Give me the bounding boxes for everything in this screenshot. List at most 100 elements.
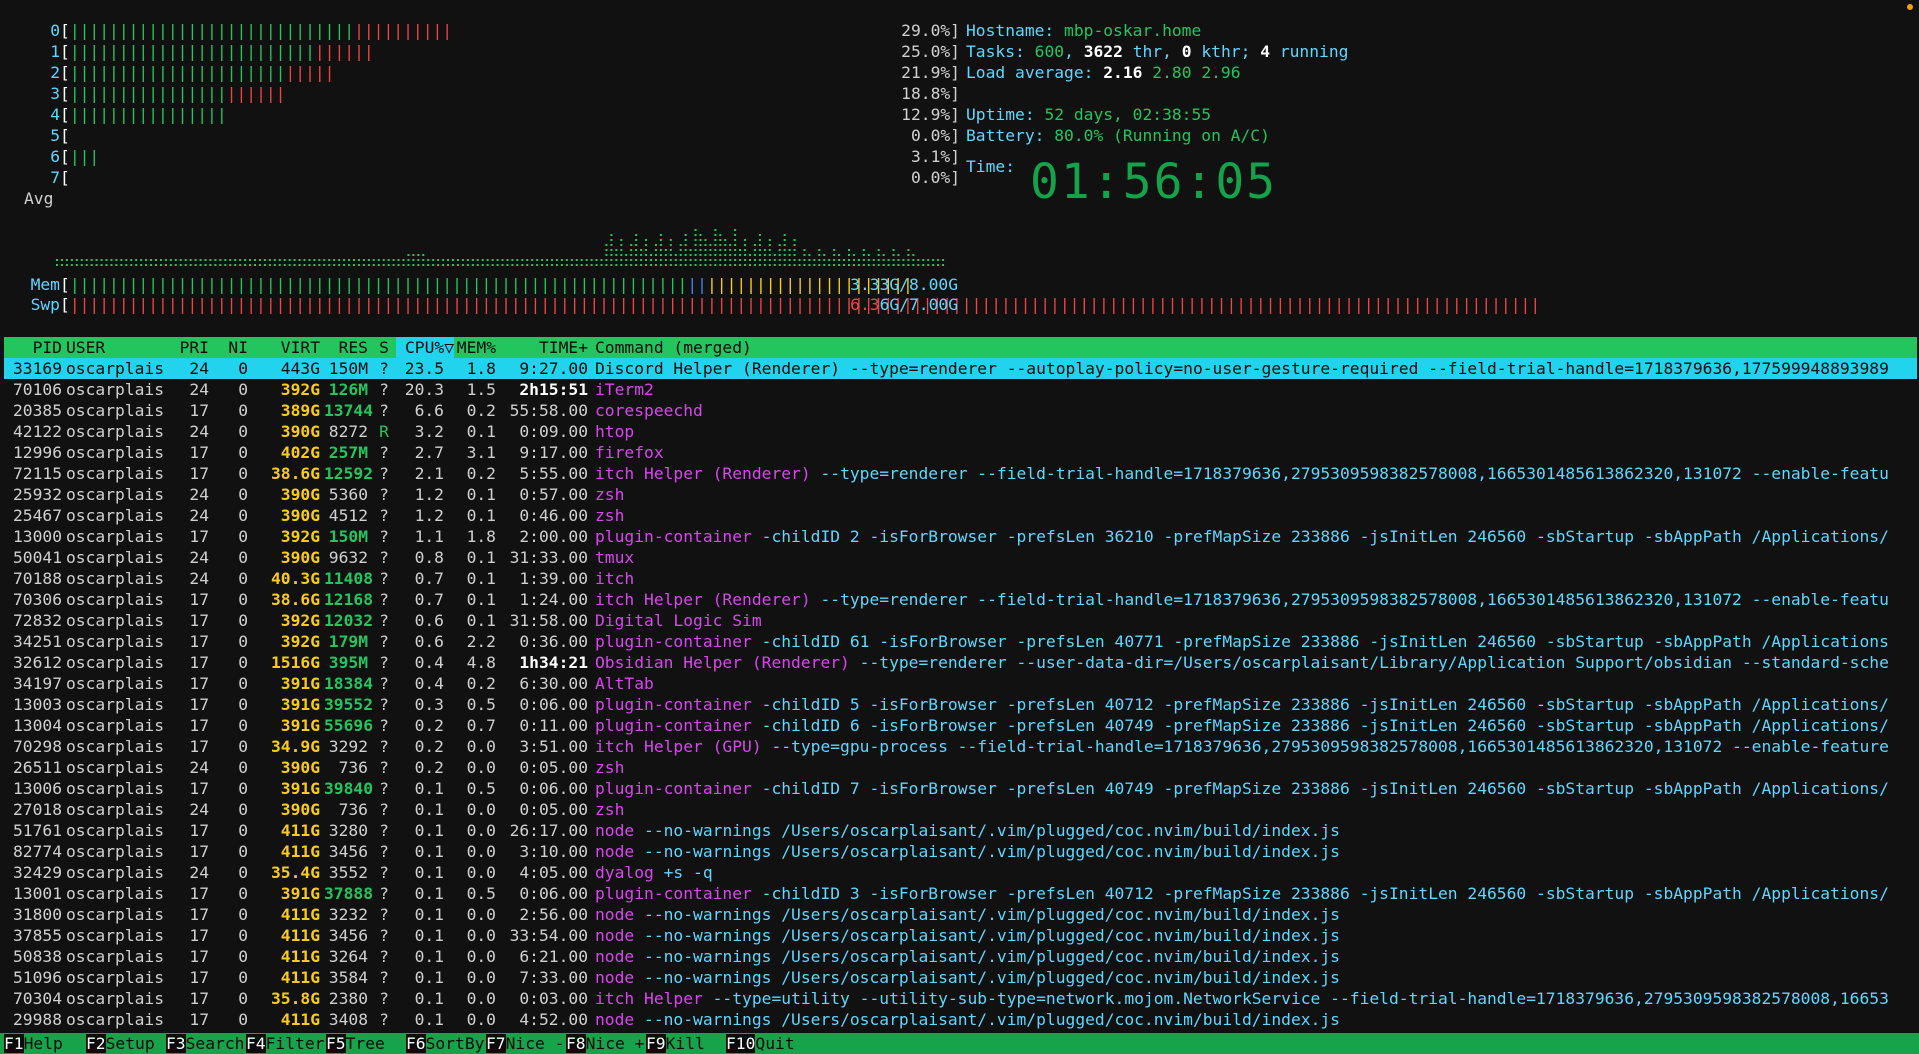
mem-bar: ||||||||||||||||||||||||||||||||||||||||… [69, 275, 913, 294]
table-row[interactable]: 13000 oscarplais 17 0 392G 150M? 1.1 1.8 2:00.00… [4, 526, 1917, 547]
avg-graph-dot [362, 259, 365, 261]
avg-graph-dot [313, 259, 316, 261]
avg-graph-dot [788, 264, 791, 266]
avg-graph-dot [145, 264, 148, 266]
table-row[interactable]: 70106 oscarplais 24 0 392G 126M? 20.3 1.5 2h15:5… [4, 379, 1917, 400]
cell-command: dyalog +s -q [595, 862, 713, 883]
cell-time: 1h34:21 [519, 653, 588, 672]
table-row[interactable]: 13006 oscarplais 17 0 391G 39840? 0.1 0.5 0:06.0… [4, 778, 1917, 799]
table-row[interactable]: 20385 oscarplais 17 0 389G 13744? 6.6 0.2 55:58.… [4, 400, 1917, 421]
table-row[interactable]: 32612 oscarplais 17 0 1516G 395M? 0.4 4.8 1h34:2… [4, 652, 1917, 673]
table-row[interactable]: 82774 oscarplais 17 0 411G 3456? 0.1 0.0 3:10.00… [4, 841, 1917, 862]
avg-graph-dot [783, 259, 786, 261]
header-ni[interactable]: NI [218, 337, 248, 358]
cell-virt: 402G [280, 443, 320, 462]
header-virt[interactable]: VIRT [254, 337, 320, 358]
fkey-nice-button[interactable]: F7Nice - [486, 1033, 564, 1054]
fkey-search-button[interactable]: F3Search [166, 1033, 244, 1054]
cell-ni: 0 [238, 422, 248, 441]
fkey-filter-button[interactable]: F4Filter [246, 1033, 324, 1054]
table-row[interactable]: 25932 oscarplais 24 0 390G 5360? 1.2 0.1 0:57.00… [4, 484, 1917, 505]
avg-graph-dot [862, 254, 865, 256]
avg-graph-dot [882, 254, 885, 256]
header-time[interactable]: TIME+ [504, 337, 588, 358]
fkey-tree-button[interactable]: F5Tree [326, 1033, 385, 1054]
cell-cpu: 0.7 [414, 590, 444, 609]
table-row[interactable]: 51096 oscarplais 17 0 411G 3584? 0.1 0.0 7:33.00… [4, 967, 1917, 988]
avg-graph-dot [739, 264, 742, 266]
avg-graph-dot [283, 264, 286, 266]
avg-graph-dot [689, 259, 692, 261]
avg-graph-dot [244, 264, 247, 266]
table-row[interactable]: 27018 oscarplais 24 0 390G 736? 0.1 0.0 0:05.00 z… [4, 799, 1917, 820]
table-row[interactable]: 12996 oscarplais 17 0 402G 257M? 2.7 3.1 9:17.00… [4, 442, 1917, 463]
header-state[interactable]: S [378, 337, 390, 358]
table-row[interactable]: 72115 oscarplais 17 0 38.6G 12592? 2.1 0.2 5:55.… [4, 463, 1917, 484]
cell-time: 0:11.00 [519, 716, 588, 735]
avg-graph-dot [620, 239, 623, 241]
table-row[interactable]: 26511 oscarplais 24 0 390G 736? 0.2 0.0 0:05.00 z… [4, 757, 1917, 778]
table-row[interactable]: 34197 oscarplais 17 0 391G 18384? 0.4 0.2 6:30.0… [4, 673, 1917, 694]
cell-time: 4:52.00 [519, 1010, 588, 1029]
avg-graph-dot [560, 259, 563, 261]
cell-cpu: 2.1 [414, 464, 444, 483]
fkey-nice-button[interactable]: F8Nice + [566, 1033, 644, 1054]
header-pri[interactable]: PRI [175, 337, 209, 358]
cell-cpu: 23.5 [404, 359, 444, 378]
table-row[interactable]: 29988 oscarplais 17 0 411G 3408? 0.1 0.0 4:52.00… [4, 1009, 1917, 1030]
avg-graph-dot [204, 264, 207, 266]
table-row[interactable]: 50838 oscarplais 17 0 411G 3264? 0.1 0.0 6:21.00… [4, 946, 1917, 967]
avg-graph-dot [575, 264, 578, 266]
avg-graph-dot [684, 264, 687, 266]
table-row[interactable]: 13003 oscarplais 17 0 391G 39552? 0.3 0.5 0:06.0… [4, 694, 1917, 715]
avg-graph-dot [852, 264, 855, 266]
header-command[interactable]: Command (merged) [595, 337, 752, 358]
cpu-meter-label: 5 [50, 126, 60, 145]
table-row[interactable]: 70306 oscarplais 17 0 38.6G 12168? 0.7 0.1 1:24.… [4, 589, 1917, 610]
table-row[interactable]: 37855 oscarplais 17 0 411G 3456? 0.1 0.0 33:54.0… [4, 925, 1917, 946]
table-row[interactable]: 72832 oscarplais 17 0 392G 12032? 0.6 0.1 31:58.… [4, 610, 1917, 631]
cpu-meter-bar: |||||||||||||||||||||| [69, 84, 286, 103]
cell-command: zsh [595, 484, 624, 505]
header-mem[interactable]: MEM% [456, 337, 496, 358]
avg-graph-dot [60, 259, 63, 261]
table-row[interactable]: 51761 oscarplais 17 0 411G 3280? 0.1 0.0 26:17.0… [4, 820, 1917, 841]
table-row[interactable]: 50041 oscarplais 24 0 390G 9632? 0.8 0.1 31:33.0… [4, 547, 1917, 568]
cell-state: ? [379, 842, 389, 861]
table-row[interactable]: 33169 oscarplais 24 0 443G 150M? 23.5 1.8 9:27.0… [4, 358, 1917, 379]
avg-graph-dot [407, 264, 410, 266]
avg-graph-dot [679, 264, 682, 266]
header-cpu-sorted[interactable]: CPU%▽ [396, 337, 454, 358]
header-pid[interactable]: PID [4, 337, 62, 358]
avg-graph-dot [823, 254, 826, 256]
cell-pri: 24 [189, 422, 209, 441]
swp-value-total: 6G/7.00G [879, 295, 958, 314]
cell-res: 150M [328, 527, 368, 546]
table-row[interactable]: 34251 oscarplais 17 0 392G 179M? 0.6 2.2 0:36.00… [4, 631, 1917, 652]
fkey-kill-button[interactable]: F9Kill [646, 1033, 705, 1054]
avg-graph-dot [244, 259, 247, 261]
table-row[interactable]: 70188 oscarplais 24 0 40.3G 11408? 0.7 0.1 1:39.… [4, 568, 1917, 589]
table-row[interactable]: 70298 oscarplais 17 0 34.9G 3292? 0.2 0.0 3:51.0… [4, 736, 1917, 757]
table-row[interactable]: 13001 oscarplais 17 0 391G 37888? 0.1 0.5 0:06.0… [4, 883, 1917, 904]
table-row[interactable]: 25467 oscarplais 24 0 390G 4512? 1.2 0.1 0:46.00… [4, 505, 1917, 526]
fkey-setup-button[interactable]: F2Setup [86, 1033, 155, 1054]
table-row[interactable]: 70304 oscarplais 17 0 35.8G 2380? 0.1 0.0 0:03.0… [4, 988, 1917, 1009]
avg-graph-dot [283, 259, 286, 261]
avg-graph-dot [615, 259, 618, 261]
command-name: node [595, 968, 635, 987]
avg-graph-dot [189, 259, 192, 261]
table-row[interactable]: 32429 oscarplais 24 0 35.4G 3552? 0.1 0.0 4:05.0… [4, 862, 1917, 883]
fkey-sortby-button[interactable]: F6SortBy [406, 1033, 484, 1054]
header-user[interactable]: USER [66, 337, 105, 358]
table-row[interactable]: 31800 oscarplais 17 0 411G 3232? 0.1 0.0 2:56.00… [4, 904, 1917, 925]
fkey-help-button[interactable]: F1Help [4, 1033, 63, 1054]
fkey-quit-button[interactable]: F10Quit [726, 1033, 795, 1054]
fkey-number: F10 [726, 1034, 756, 1053]
table-row[interactable]: 42122 oscarplais 24 0 390G 8272 R 3.2 0.1 0:09.00… [4, 421, 1917, 442]
battery-row: Battery: 80.0% (Running on A/C) [966, 125, 1348, 146]
header-res[interactable]: RES [324, 337, 368, 358]
cell-ni: 0 [238, 548, 248, 567]
table-row[interactable]: 13004 oscarplais 17 0 391G 55696? 0.2 0.7 0:11.0… [4, 715, 1917, 736]
avg-graph-dot [719, 244, 722, 246]
